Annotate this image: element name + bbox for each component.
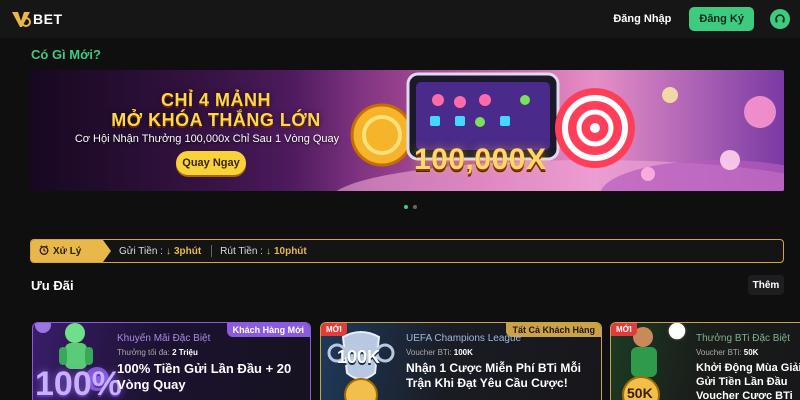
banner-subtitle: Cơ Hội Nhận Thưởng 100,000x Chỉ Sau 1 Vò…	[74, 133, 340, 145]
promo-banner[interactable]: CHỈ 4 MẢNH MỞ KHÓA THẮNG LỚN Cơ Hội Nhận…	[30, 70, 784, 191]
offer-art-percent: 100%	[35, 365, 122, 400]
offer-title: 100% Tiền Gửi Lần Đầu + 20 Vòng Quay	[117, 361, 292, 392]
spin-now-button[interactable]: Quay Ngay	[176, 151, 246, 175]
offer-art-amount: 50K	[627, 385, 653, 400]
carousel-dots	[404, 205, 417, 209]
offer-limit-value: 50K	[743, 348, 759, 357]
withdraw-value: 10phút	[273, 245, 307, 257]
processing-times-bar: Xử Lý Gửi Tiền : ↓ 3phút Rút Tiền : ↓ 10…	[30, 239, 784, 263]
section-title-whats-new: Có Gì Mới?	[31, 47, 101, 62]
withdraw-label: Rút Tiền :	[220, 245, 263, 257]
top-header: BET Đăng Nhập Đăng Ký	[0, 0, 800, 38]
support-headset-icon[interactable]	[770, 9, 790, 29]
login-link[interactable]: Đăng Nhập	[613, 13, 671, 25]
offer-title: Nhận 1 Cược Miễn Phí BTi Mỗi Trận Khi Đạ…	[406, 361, 582, 390]
register-button[interactable]: Đăng Ký	[689, 7, 754, 31]
logo-text: BET	[33, 11, 63, 27]
offer-limit: Voucher BTi: 100K	[406, 348, 473, 357]
offer-limit-value: 2 Triệu	[172, 348, 198, 357]
offer-category: Khuyến Mãi Đặc Biệt	[117, 333, 211, 344]
offer-limit-value: 100K	[453, 348, 473, 357]
banner-amount: 100,000X	[414, 143, 547, 176]
banner-headline-line1: CHỈ 4 MẢNH	[160, 90, 271, 110]
offer-limit-label: Thưởng tối đa:	[117, 348, 170, 357]
deposit-value: 3phút	[173, 245, 202, 257]
banner-headline-line2: MỞ KHÓA THẮNG LỚN	[111, 110, 321, 130]
logo-mark-icon	[10, 8, 32, 30]
offer-limit: Thưởng tối đa: 2 Triệu	[117, 348, 198, 357]
processing-tag-label: Xử Lý	[53, 245, 82, 257]
offer-category: UEFA Champions League	[406, 333, 522, 344]
down-arrow-icon: ↓	[265, 245, 271, 257]
withdraw-time: Rút Tiền : ↓ 10phút	[220, 246, 307, 257]
logo[interactable]: BET	[10, 8, 63, 30]
offer-limit: Voucher BTi: 50K	[696, 348, 758, 357]
deposit-label: Gửi Tiền :	[119, 245, 163, 257]
offer-limit-label: Voucher BTi:	[406, 348, 452, 357]
offer-card-welcome[interactable]: 100% Khách Hàng Mới Khuyến Mãi Đặc Biệt …	[32, 322, 311, 400]
new-tag: MỚI	[321, 323, 347, 336]
clock-icon	[39, 244, 49, 258]
offer-art-amount: 100K	[337, 347, 381, 367]
divider	[211, 245, 213, 257]
audience-badge: Khách Hàng Mới	[226, 323, 310, 337]
offer-title: Khởi Động Mùa Giải Gửi Tiền Lần Đầu Vouc…	[696, 362, 800, 400]
offer-card-champions-league[interactable]: MỚI 100K Tất Cả Khách Hàng UEFA Champion…	[320, 322, 602, 400]
offer-limit-label: Voucher BTi:	[696, 348, 742, 357]
carousel-dot-2[interactable]	[413, 205, 417, 209]
offer-card-bti-season[interactable]: MỚI 50K Thưởng BTi Đặc Biệt Voucher BTi:…	[610, 322, 800, 400]
carousel-dot-1[interactable]	[404, 205, 408, 209]
down-arrow-icon: ↓	[165, 245, 171, 257]
new-tag: MỚI	[611, 323, 637, 336]
more-offers-button[interactable]: Thêm	[748, 275, 784, 295]
offer-category: Thưởng BTi Đặc Biệt	[696, 333, 791, 344]
section-title-offers: Ưu Đãi	[31, 278, 74, 293]
deposit-time: Gửi Tiền : ↓ 3phút	[119, 246, 201, 257]
processing-tag: Xử Lý	[31, 240, 111, 262]
